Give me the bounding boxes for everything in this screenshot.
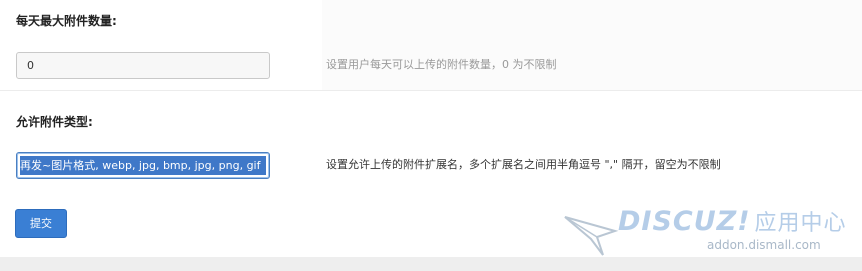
submit-button[interactable]: 提交 (15, 209, 67, 238)
max-daily-attachments-label: 每天最大附件数量: (16, 14, 117, 28)
max-daily-attachments-hint: 设置用户每天可以上传的附件数量，0 为不限制 (326, 58, 557, 71)
max-daily-attachments-input[interactable]: 0 (16, 52, 270, 79)
row-divider (0, 90, 862, 91)
hint-background (322, 0, 862, 90)
watermark-brand-cn: 应用中心 (754, 211, 847, 236)
watermark-brand: DISCUZ! 应用中心 (618, 205, 847, 237)
watermark-brand-name: DISCUZ! (618, 206, 751, 237)
allowed-types-selected-text: 再发~图片格式, webp, jpg, bmp, jpg, png, gif (20, 156, 266, 175)
watermark-url: addon.dismall.com (707, 238, 821, 252)
allowed-types-label: 允许附件类型: (16, 115, 93, 129)
allowed-types-hint: 设置允许上传的附件扩展名，多个扩展名之间用半角逗号 "," 隔开，留空为不限制 (326, 158, 721, 171)
allowed-types-input[interactable]: 再发~图片格式, webp, jpg, bmp, jpg, png, gif (16, 152, 270, 179)
